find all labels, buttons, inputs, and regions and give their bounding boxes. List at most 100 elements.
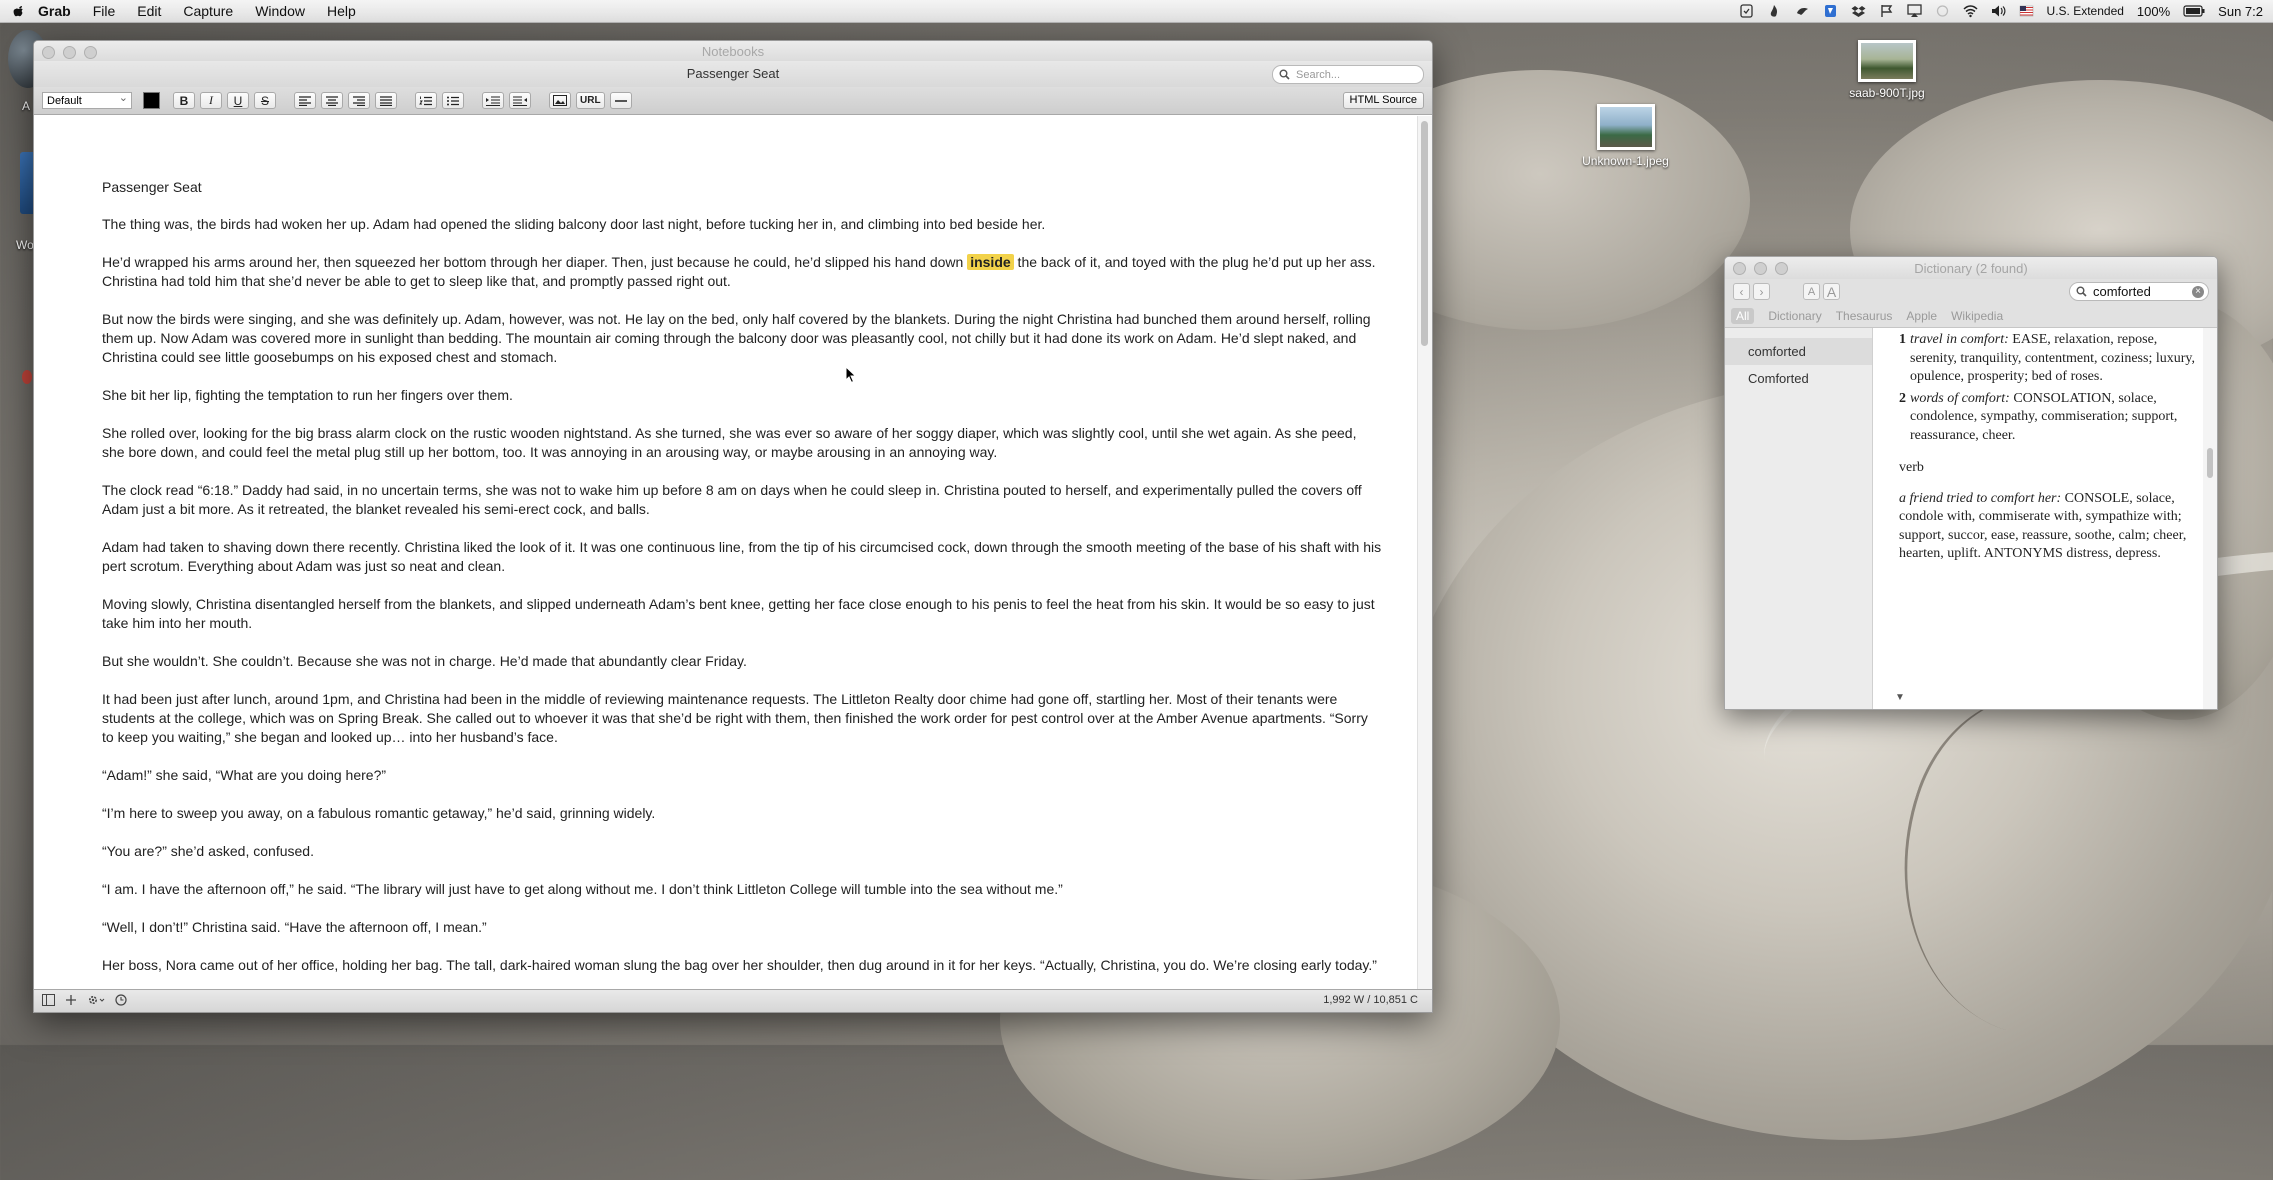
add-icon[interactable] — [65, 994, 77, 1006]
clock-icon[interactable] — [115, 994, 127, 1006]
desktop-file-unknown[interactable]: Unknown-1.jpeg — [1568, 104, 1683, 168]
us-flag-icon[interactable] — [2019, 4, 2034, 18]
italic-button[interactable]: I — [200, 92, 222, 109]
sidebar-toggle-icon[interactable] — [42, 994, 55, 1006]
outdent-button[interactable] — [509, 92, 531, 109]
document-paragraph: “I’m here to sweep you away, on a fabulo… — [102, 805, 656, 821]
flame-status-icon[interactable] — [1767, 4, 1782, 18]
status-bar: 1,992 W / 10,851 C — [34, 989, 1432, 1012]
window-title: Notebooks — [701, 44, 765, 59]
bullet-list-button[interactable] — [442, 92, 464, 109]
document-title: Passenger Seat — [686, 66, 780, 81]
source-tabs: All Dictionary Thesaurus Apple Wikipedia — [1725, 305, 2217, 328]
apple-menu-icon[interactable] — [12, 4, 26, 18]
verb-example: a friend tried to comfort her: — [1899, 490, 2062, 506]
html-source-button[interactable]: HTML Source — [1342, 92, 1424, 109]
dictionary-scrollbar[interactable] — [2203, 328, 2217, 709]
document-paragraph: Adam had taken to shaving down there rec… — [102, 539, 1382, 574]
dropbox-status-icon[interactable] — [1851, 4, 1866, 18]
horizontal-rule-button[interactable] — [609, 92, 632, 109]
desktop-partial-label: A — [22, 99, 31, 113]
wifi-icon[interactable] — [1963, 4, 1978, 18]
tab-wikipedia[interactable]: Wikipedia — [1951, 309, 2003, 323]
align-left-button[interactable] — [294, 92, 316, 109]
document-paragraph: “I am. I have the afternoon off,” he sai… — [102, 881, 1063, 897]
menu-app-grab[interactable]: Grab — [38, 3, 71, 19]
flag-status-icon[interactable] — [1879, 4, 1894, 18]
document-paragraph: “Adam!” she said, “What are you doing he… — [102, 767, 387, 783]
document-editor[interactable]: Passenger Seat The thing was, the birds … — [34, 116, 1418, 989]
gear-icon[interactable] — [87, 994, 105, 1006]
tab-all[interactable]: All — [1731, 308, 1755, 324]
menubar-clock[interactable]: Sun 7:2 — [2218, 4, 2263, 19]
sense-number: 2 — [1899, 390, 1906, 406]
desktop-partial-icon[interactable] — [22, 370, 32, 384]
image-icon — [553, 95, 567, 106]
tab-thesaurus[interactable]: Thesaurus — [1836, 309, 1893, 323]
document-content[interactable]: Passenger Seat The thing was, the birds … — [34, 178, 1382, 975]
justify-button[interactable] — [375, 92, 397, 109]
clear-search-icon[interactable]: × — [2192, 286, 2204, 298]
notes-status-icon[interactable] — [1739, 4, 1754, 18]
align-left-icon — [299, 95, 311, 106]
notebooks-window: Notebooks Passenger Seat Search... Defau… — [33, 40, 1433, 1013]
menu-window[interactable]: Window — [255, 3, 305, 19]
align-center-button[interactable] — [321, 92, 343, 109]
volume-icon[interactable] — [1991, 4, 2006, 18]
indent-button[interactable] — [482, 92, 504, 109]
align-right-button[interactable] — [348, 92, 370, 109]
dictionary-search-field[interactable]: comforted × — [2069, 282, 2209, 301]
input-source-label[interactable]: U.S. Extended — [2047, 4, 2124, 18]
underline-button[interactable]: U — [227, 92, 249, 109]
part-of-speech: verb — [1899, 460, 1924, 475]
desktop-file-label: saab-900T.jpg — [1849, 86, 1925, 100]
sync-status-icon[interactable] — [1935, 4, 1950, 18]
decrease-font-button[interactable]: A — [1803, 283, 1820, 300]
scrollbar-thumb[interactable] — [2207, 448, 2213, 478]
menu-edit[interactable]: Edit — [137, 3, 161, 19]
insert-image-button[interactable] — [549, 92, 571, 109]
tab-apple[interactable]: Apple — [1906, 309, 1937, 323]
desktop-file-saab[interactable]: saab-900T.jpg — [1832, 40, 1942, 100]
url-button[interactable]: URL — [576, 92, 605, 109]
sense-number: 1 — [1899, 332, 1906, 347]
document-scrollbar[interactable] — [1417, 116, 1432, 989]
style-select[interactable]: Default — [42, 90, 132, 109]
disclosure-triangle-icon[interactable]: ▼ — [1895, 692, 1905, 703]
menu-capture[interactable]: Capture — [183, 3, 233, 19]
forward-button[interactable]: › — [1753, 283, 1770, 300]
scrollbar-thumb[interactable] — [1421, 121, 1428, 346]
result-item[interactable]: Comforted — [1725, 365, 1872, 392]
document-heading: Passenger Seat — [102, 179, 202, 195]
document-paragraph: It had been just after lunch, around 1pm… — [102, 691, 1368, 745]
tab-dictionary[interactable]: Dictionary — [1768, 309, 1821, 323]
text-color-swatch[interactable] — [143, 92, 160, 109]
numbered-list-button[interactable] — [415, 92, 437, 109]
document-paragraph: She bit her lip, fighting the temptation… — [102, 387, 513, 403]
document-paragraph: But she wouldn’t. She couldn’t. Because … — [102, 653, 747, 669]
battery-icon[interactable] — [2183, 4, 2205, 18]
result-item[interactable]: comforted — [1725, 338, 1872, 365]
app-status-icon[interactable] — [1823, 4, 1838, 18]
menu-help[interactable]: Help — [327, 3, 356, 19]
bird-status-icon[interactable] — [1795, 4, 1810, 18]
mouse-cursor-icon — [845, 366, 857, 384]
battery-percent[interactable]: 100% — [2137, 4, 2170, 19]
bold-button[interactable]: B — [173, 92, 195, 109]
dictionary-toolbar: ‹ › A A comforted × — [1725, 279, 2217, 305]
dictionary-titlebar[interactable]: Dictionary (2 found) — [1725, 257, 2217, 279]
indent-icon — [486, 95, 500, 106]
increase-font-button[interactable]: A — [1823, 283, 1840, 300]
dictionary-window: Dictionary (2 found) ‹ › A A comforted ×… — [1724, 256, 2218, 710]
back-button[interactable]: ‹ — [1733, 283, 1750, 300]
notebooks-titlebar[interactable]: Notebooks — [34, 41, 1432, 61]
menu-file[interactable]: File — [93, 3, 116, 19]
dictionary-title: Dictionary (2 found) — [1914, 261, 2028, 276]
small-a-icon: A — [1807, 286, 1816, 298]
search-field[interactable]: Search... — [1272, 65, 1424, 84]
airplay-display-icon[interactable] — [1906, 4, 1922, 18]
verb-sense: a friend tried to comfort her: CONSOLE, … — [1899, 490, 2203, 564]
bullet-list-icon — [447, 96, 459, 105]
strikethrough-button[interactable]: S — [254, 92, 276, 109]
dictionary-entry: 1 travel in comfort: EASE, relaxation, r… — [1873, 328, 2203, 709]
